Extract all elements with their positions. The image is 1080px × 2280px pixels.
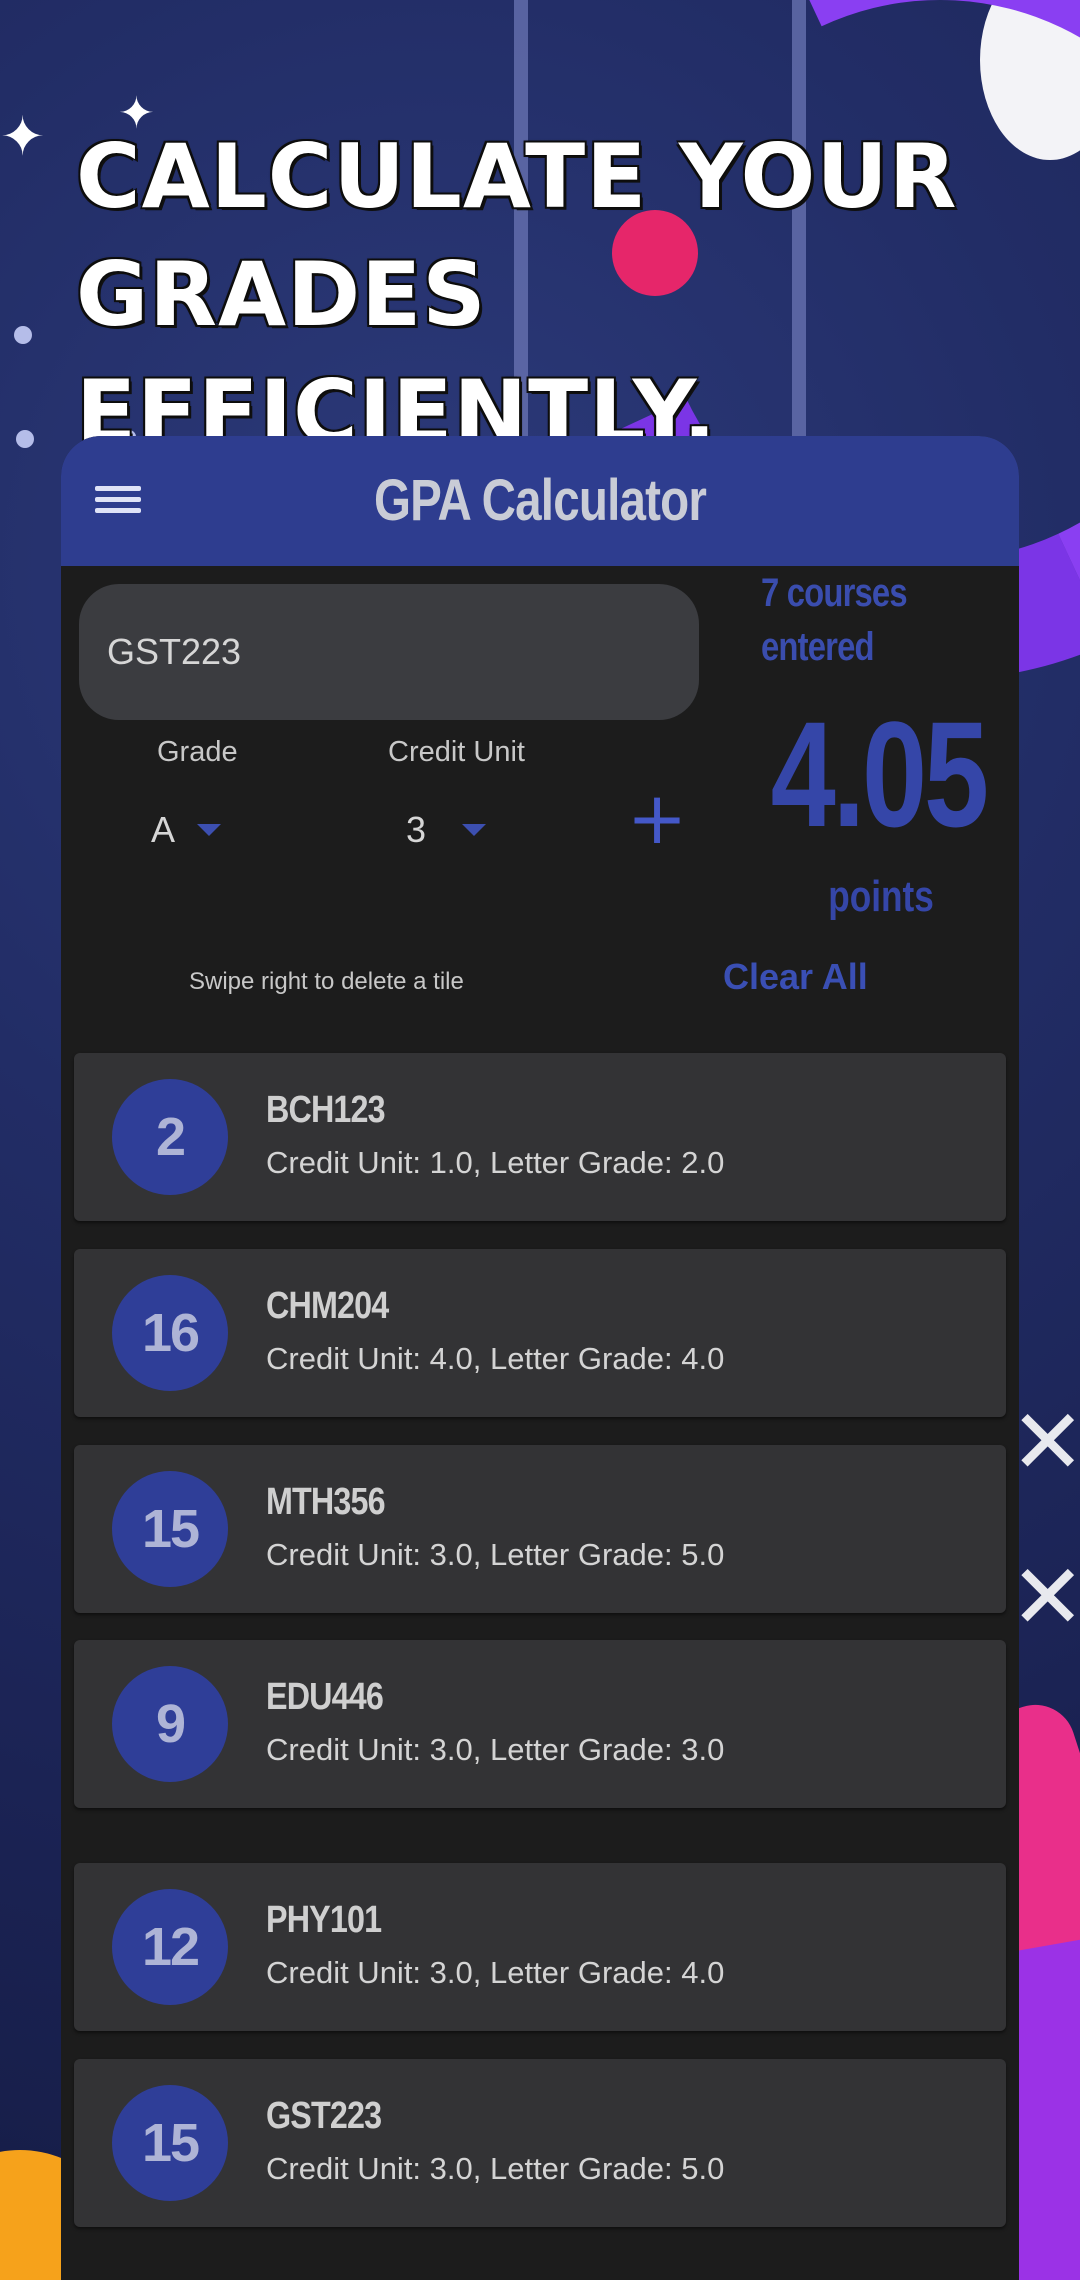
course-tile[interactable]: 16 CHM204 Credit Unit: 4.0, Letter Grade… [74, 1249, 1006, 1417]
add-course-button[interactable]: + [617, 778, 697, 858]
courses-entered-count: 7 courses entered [761, 571, 908, 669]
app-bar: GPA Calculator [61, 436, 1019, 566]
score-badge: 16 [112, 1275, 228, 1391]
app-title: GPA Calculator [373, 468, 707, 533]
score-badge: 12 [112, 1889, 228, 2005]
course-detail: Credit Unit: 3.0, Letter Grade: 4.0 [266, 1955, 725, 1990]
score-badge: 15 [112, 2085, 228, 2201]
score-badge: 15 [112, 1471, 228, 1587]
grade-value: A [151, 809, 176, 850]
credit-unit-label: Credit Unit [388, 736, 525, 768]
credit-unit-dropdown[interactable]: 3 [406, 800, 487, 860]
clear-all-button[interactable]: Clear All [723, 956, 868, 998]
course-tile[interactable]: 15 MTH356 Credit Unit: 3.0, Letter Grade… [74, 1445, 1006, 1613]
menu-icon[interactable] [95, 480, 141, 522]
grade-label: Grade [157, 736, 238, 768]
swipe-hint: Swipe right to delete a tile [189, 968, 464, 995]
course-detail: Credit Unit: 1.0, Letter Grade: 2.0 [266, 1145, 725, 1180]
dropdown-arrow-icon [197, 824, 222, 836]
score-badge: 9 [112, 1666, 228, 1782]
course-code: EDU446 [266, 1676, 384, 1718]
dropdown-arrow-icon [462, 824, 487, 836]
course-code: MTH356 [266, 1481, 386, 1523]
course-tile[interactable]: 15 GST223 Credit Unit: 3.0, Letter Grade… [74, 2059, 1006, 2227]
course-detail: Credit Unit: 3.0, Letter Grade: 5.0 [266, 2151, 725, 2186]
decorative-dot [14, 326, 32, 344]
course-tile[interactable]: 12 PHY101 Credit Unit: 3.0, Letter Grade… [74, 1863, 1006, 2031]
course-code: GST223 [266, 2095, 382, 2137]
course-detail: Credit Unit: 4.0, Letter Grade: 4.0 [266, 1341, 725, 1376]
points-label: points [828, 872, 934, 921]
grade-dropdown[interactable]: A [151, 800, 222, 860]
credit-unit-value: 3 [406, 809, 427, 850]
course-code: BCH123 [266, 1089, 386, 1131]
score-badge: 2 [112, 1079, 228, 1195]
course-code: CHM204 [266, 1285, 389, 1327]
x-decoration-icon: ✕ [1010, 1390, 1080, 1495]
course-detail: Credit Unit: 3.0, Letter Grade: 3.0 [266, 1732, 725, 1767]
decorative-dot [16, 430, 34, 448]
promo-headline: Calculate your grades efficiently. [76, 125, 958, 464]
course-tile[interactable]: 2 BCH123 Credit Unit: 1.0, Letter Grade:… [74, 1053, 1006, 1221]
course-code: PHY101 [266, 1899, 382, 1941]
course-code-input[interactable] [79, 584, 699, 720]
course-tile[interactable]: 9 EDU446 Credit Unit: 3.0, Letter Grade:… [74, 1640, 1006, 1808]
x-decoration-icon: ✕ [1010, 1545, 1080, 1650]
app-screen: GPA Calculator Grade Credit Unit A 3 + 7… [61, 436, 1019, 2280]
course-detail: Credit Unit: 3.0, Letter Grade: 5.0 [266, 1537, 725, 1572]
sparkle-icon: ✦ [0, 105, 46, 168]
gpa-value: 4.05 [770, 690, 989, 858]
